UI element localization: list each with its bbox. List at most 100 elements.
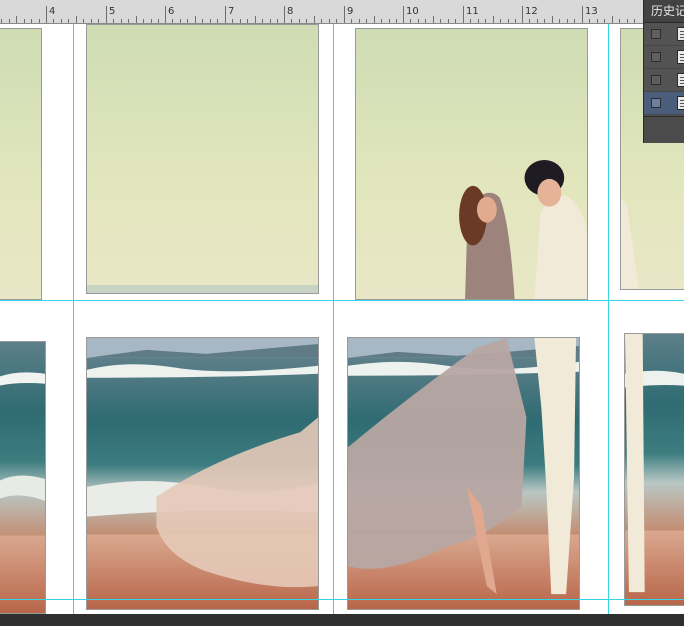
- ruler-minor-tick: [232, 19, 233, 23]
- ruler-minor-tick: [410, 19, 411, 23]
- history-row[interactable]: [644, 69, 684, 92]
- horizontal-guide-1[interactable]: [0, 300, 684, 301]
- document-snapshot-icon: [677, 96, 684, 110]
- ruler-minor-tick: [478, 19, 479, 23]
- ruler-minor-tick: [98, 19, 99, 23]
- ruler-major-tick: [46, 6, 47, 23]
- ruler-label: 8: [287, 6, 294, 17]
- ruler-minor-tick: [448, 19, 449, 23]
- ruler-label: 10: [406, 6, 419, 17]
- ruler-minor-tick: [121, 19, 122, 23]
- document-canvas[interactable]: [0, 24, 684, 614]
- ruler-minor-tick: [612, 16, 613, 23]
- ruler-minor-tick: [262, 19, 263, 23]
- ruler-minor-tick: [485, 19, 486, 23]
- ruler-minor-tick: [604, 19, 605, 23]
- document-snapshot-icon: [677, 27, 684, 41]
- ruler-major-tick: [344, 6, 345, 23]
- history-panel-footer: [644, 116, 684, 143]
- ruler-minor-tick: [574, 19, 575, 23]
- ruler-minor-tick: [515, 19, 516, 23]
- ruler-minor-tick: [306, 19, 307, 23]
- ruler-major-tick: [582, 6, 583, 23]
- ruler-major-tick: [106, 6, 107, 23]
- history-panel-title[interactable]: 历史记: [644, 0, 684, 23]
- photo-tile-top-2[interactable]: [86, 24, 319, 294]
- ruler-minor-tick: [76, 16, 77, 23]
- ruler-minor-tick: [589, 19, 590, 23]
- history-source-checkbox[interactable]: [651, 29, 661, 39]
- ruler-minor-tick: [299, 19, 300, 23]
- ruler-minor-tick: [61, 19, 62, 23]
- ruler-minor-tick: [425, 19, 426, 23]
- ruler-minor-tick: [537, 19, 538, 23]
- ruler-minor-tick: [374, 16, 375, 23]
- ruler-minor-tick: [418, 19, 419, 23]
- ruler-minor-tick: [567, 19, 568, 23]
- photo-tile-top-left[interactable]: [0, 28, 42, 300]
- history-row-selected[interactable]: [644, 92, 684, 115]
- ruler-label: 4: [49, 6, 56, 17]
- ruler-minor-tick: [270, 19, 271, 23]
- ruler-minor-tick: [151, 19, 152, 23]
- ruler-minor-tick: [195, 16, 196, 23]
- ruler-minor-tick: [508, 19, 509, 23]
- ruler-minor-tick: [247, 19, 248, 23]
- ruler-minor-tick: [627, 19, 628, 23]
- ruler-minor-tick: [396, 19, 397, 23]
- vertical-guide-3[interactable]: [608, 24, 609, 626]
- ruler-minor-tick: [291, 19, 292, 23]
- ruler-minor-tick: [619, 19, 620, 23]
- photo-tile-top-3[interactable]: [355, 28, 588, 300]
- history-source-checkbox[interactable]: [651, 75, 661, 85]
- ruler-major-tick: [284, 6, 285, 23]
- ruler-minor-tick: [53, 19, 54, 23]
- ruler-minor-tick: [597, 19, 598, 23]
- vertical-guide-1[interactable]: [73, 24, 74, 626]
- ruler-minor-tick: [113, 19, 114, 23]
- ruler-label: 7: [228, 6, 235, 17]
- ruler-minor-tick: [493, 16, 494, 23]
- ruler-label: 5: [109, 6, 116, 17]
- history-row[interactable]: [644, 23, 684, 46]
- ruler-minor-tick: [202, 19, 203, 23]
- ruler-major-tick: [225, 6, 226, 23]
- ruler-label: 13: [585, 6, 598, 17]
- ruler-minor-tick: [187, 19, 188, 23]
- ruler-minor-tick: [68, 19, 69, 23]
- horizontal-guide-2[interactable]: [0, 599, 684, 600]
- ruler-minor-tick: [559, 19, 560, 23]
- ruler-minor-tick: [351, 19, 352, 23]
- ruler-label: 9: [347, 6, 354, 17]
- ruler-minor-tick: [329, 19, 330, 23]
- history-source-checkbox[interactable]: [651, 52, 661, 62]
- ruler-major-tick: [165, 6, 166, 23]
- photo-tile-bottom-2[interactable]: [86, 337, 319, 610]
- history-row[interactable]: [644, 46, 684, 69]
- ruler-minor-tick: [1, 19, 2, 23]
- history-panel[interactable]: 历史记: [643, 0, 684, 143]
- document-snapshot-icon: [677, 50, 684, 64]
- document-snapshot-icon: [677, 73, 684, 87]
- ruler-minor-tick: [433, 16, 434, 23]
- horizontal-ruler[interactable]: 4 5 6 7 8 9 10 11 12 13: [0, 0, 684, 24]
- ruler-minor-tick: [136, 16, 137, 23]
- ruler-minor-tick: [24, 19, 25, 23]
- ruler-minor-tick: [143, 19, 144, 23]
- ruler-minor-tick: [39, 19, 40, 23]
- ruler-minor-tick: [470, 19, 471, 23]
- ruler-minor-tick: [544, 19, 545, 23]
- ruler-minor-tick: [552, 16, 553, 23]
- photo-tile-bottom-left[interactable]: [0, 341, 46, 614]
- vertical-guide-2[interactable]: [333, 24, 334, 626]
- ruler-minor-tick: [9, 19, 10, 23]
- ruler-minor-tick: [500, 19, 501, 23]
- photo-tile-bottom-right[interactable]: [624, 333, 684, 606]
- ruler-minor-tick: [217, 19, 218, 23]
- document-status-bar: [0, 614, 684, 626]
- ruler-minor-tick: [172, 19, 173, 23]
- history-source-checkbox[interactable]: [651, 98, 661, 108]
- ruler-minor-tick: [529, 19, 530, 23]
- ruler-minor-tick: [359, 19, 360, 23]
- photo-tile-bottom-3[interactable]: [347, 337, 580, 610]
